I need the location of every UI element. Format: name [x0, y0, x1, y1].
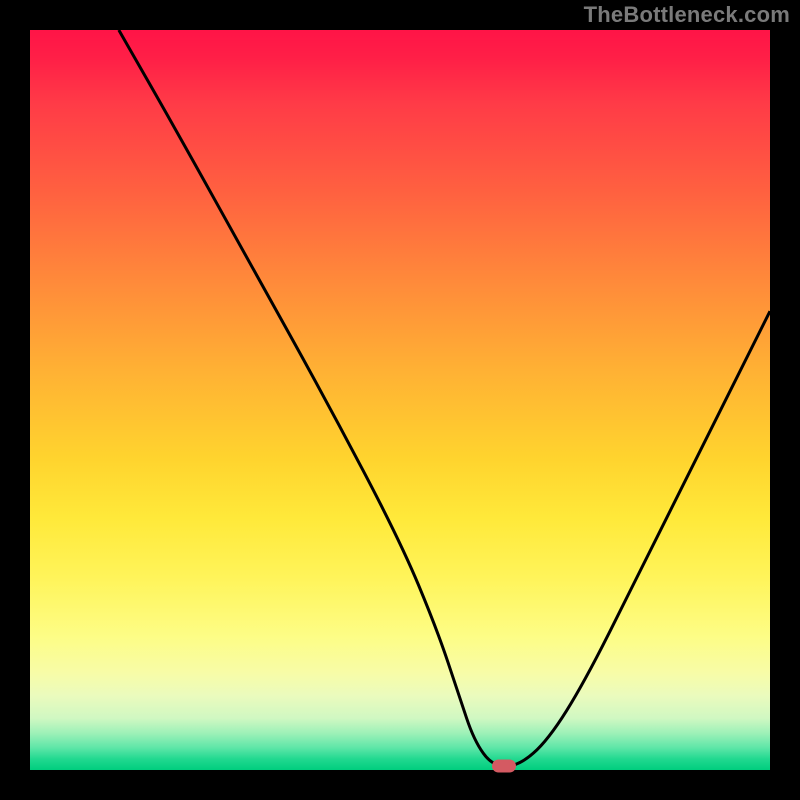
curve-svg: [30, 30, 770, 770]
watermark-text: TheBottleneck.com: [584, 2, 790, 28]
plot-area: [30, 30, 770, 770]
bottleneck-marker: [492, 760, 516, 773]
curve-path: [119, 30, 770, 766]
chart-frame: TheBottleneck.com: [0, 0, 800, 800]
